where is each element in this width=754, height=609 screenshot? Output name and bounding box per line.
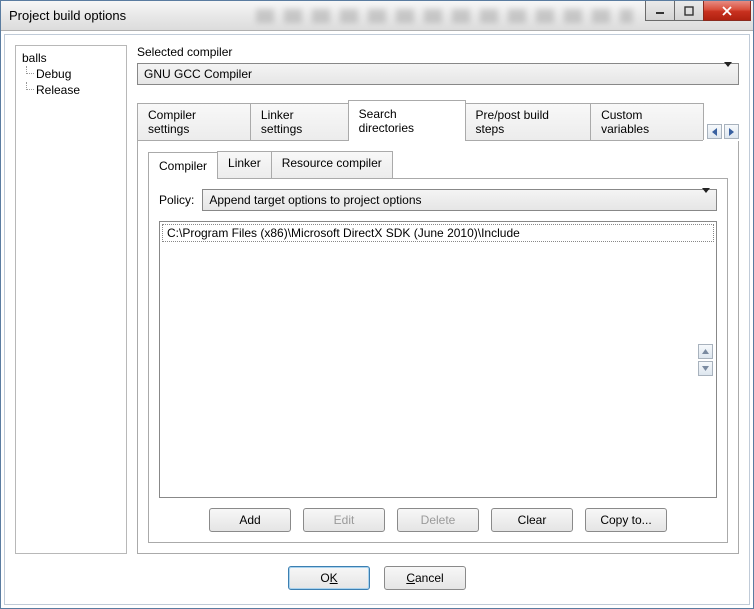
search-directories-page: Compiler Linker Resource compiler Policy… xyxy=(137,141,739,554)
tab-search-directories[interactable]: Search directories xyxy=(348,100,466,141)
compiler-dirs-page: Policy: Append target options to project… xyxy=(148,179,728,543)
selected-compiler-value: GNU GCC Compiler xyxy=(144,67,252,81)
inner-tab-compiler[interactable]: Compiler xyxy=(148,152,218,179)
tab-scroll-left[interactable] xyxy=(707,124,722,139)
right-pane: Selected compiler GNU GCC Compiler Compi… xyxy=(137,45,739,554)
policy-label: Policy: xyxy=(159,193,194,207)
tree-item-debug[interactable]: Debug xyxy=(20,66,124,82)
window-title: Project build options xyxy=(9,8,126,23)
inner-tabstrip: Compiler Linker Resource compiler xyxy=(148,151,728,179)
tab-scroll-right[interactable] xyxy=(724,124,739,139)
directories-list-wrap: C:\Program Files (x86)\Microsoft DirectX… xyxy=(159,221,717,498)
add-button[interactable]: Add xyxy=(209,508,291,532)
cancel-button[interactable]: Cancel xyxy=(384,566,466,590)
chevron-right-icon xyxy=(729,128,734,136)
main-row: balls Debug Release Selected compiler GN… xyxy=(15,45,739,554)
directories-listbox[interactable]: C:\Program Files (x86)\Microsoft DirectX… xyxy=(159,221,717,498)
move-up-button[interactable] xyxy=(698,344,713,359)
tab-linker-settings[interactable]: Linker settings xyxy=(250,103,349,140)
tree-item-root[interactable]: balls xyxy=(20,50,124,66)
tab-pre-post-build[interactable]: Pre/post build steps xyxy=(465,103,592,140)
titlebar[interactable]: Project build options xyxy=(1,1,753,31)
titlebar-blur xyxy=(256,9,633,23)
clear-button[interactable]: Clear xyxy=(491,508,573,532)
chevron-down-icon xyxy=(702,193,710,207)
chevron-down-icon xyxy=(724,67,732,81)
project-build-options-window: Project build options balls Debug Releas… xyxy=(0,0,754,609)
main-tabstrip: Compiler settings Linker settings Search… xyxy=(137,99,703,141)
tab-scroll-buttons xyxy=(707,124,739,141)
tree-item-release[interactable]: Release xyxy=(20,82,124,98)
minimize-button[interactable] xyxy=(645,1,675,21)
selected-compiler-label: Selected compiler xyxy=(137,45,739,59)
chevron-left-icon xyxy=(712,128,717,136)
tab-custom-variables[interactable]: Custom variables xyxy=(590,103,704,140)
move-down-button[interactable] xyxy=(698,361,713,376)
close-button[interactable] xyxy=(703,1,751,21)
client-area: balls Debug Release Selected compiler GN… xyxy=(4,34,750,605)
reorder-spinner xyxy=(698,344,713,376)
ok-button[interactable]: OK xyxy=(288,566,370,590)
selected-compiler-combo[interactable]: GNU GCC Compiler xyxy=(137,63,739,85)
main-tabstrip-wrap: Compiler settings Linker settings Search… xyxy=(137,99,739,141)
directory-buttons: Add Edit Delete Clear Copy to... xyxy=(159,508,717,532)
tree-root: balls Debug Release xyxy=(18,50,124,98)
dialog-buttons: OK Cancel xyxy=(15,554,739,594)
maximize-button[interactable] xyxy=(674,1,704,21)
policy-combo[interactable]: Append target options to project options xyxy=(202,189,717,211)
policy-value: Append target options to project options xyxy=(209,193,421,207)
inner-tab-resource-compiler[interactable]: Resource compiler xyxy=(271,151,393,178)
delete-button[interactable]: Delete xyxy=(397,508,479,532)
window-buttons xyxy=(646,1,751,21)
targets-tree[interactable]: balls Debug Release xyxy=(15,45,127,554)
edit-button[interactable]: Edit xyxy=(303,508,385,532)
inner-tab-linker[interactable]: Linker xyxy=(217,151,272,178)
policy-row: Policy: Append target options to project… xyxy=(159,189,717,211)
list-item[interactable]: C:\Program Files (x86)\Microsoft DirectX… xyxy=(162,224,714,242)
tab-compiler-settings[interactable]: Compiler settings xyxy=(137,103,251,140)
copy-to-button[interactable]: Copy to... xyxy=(585,508,667,532)
